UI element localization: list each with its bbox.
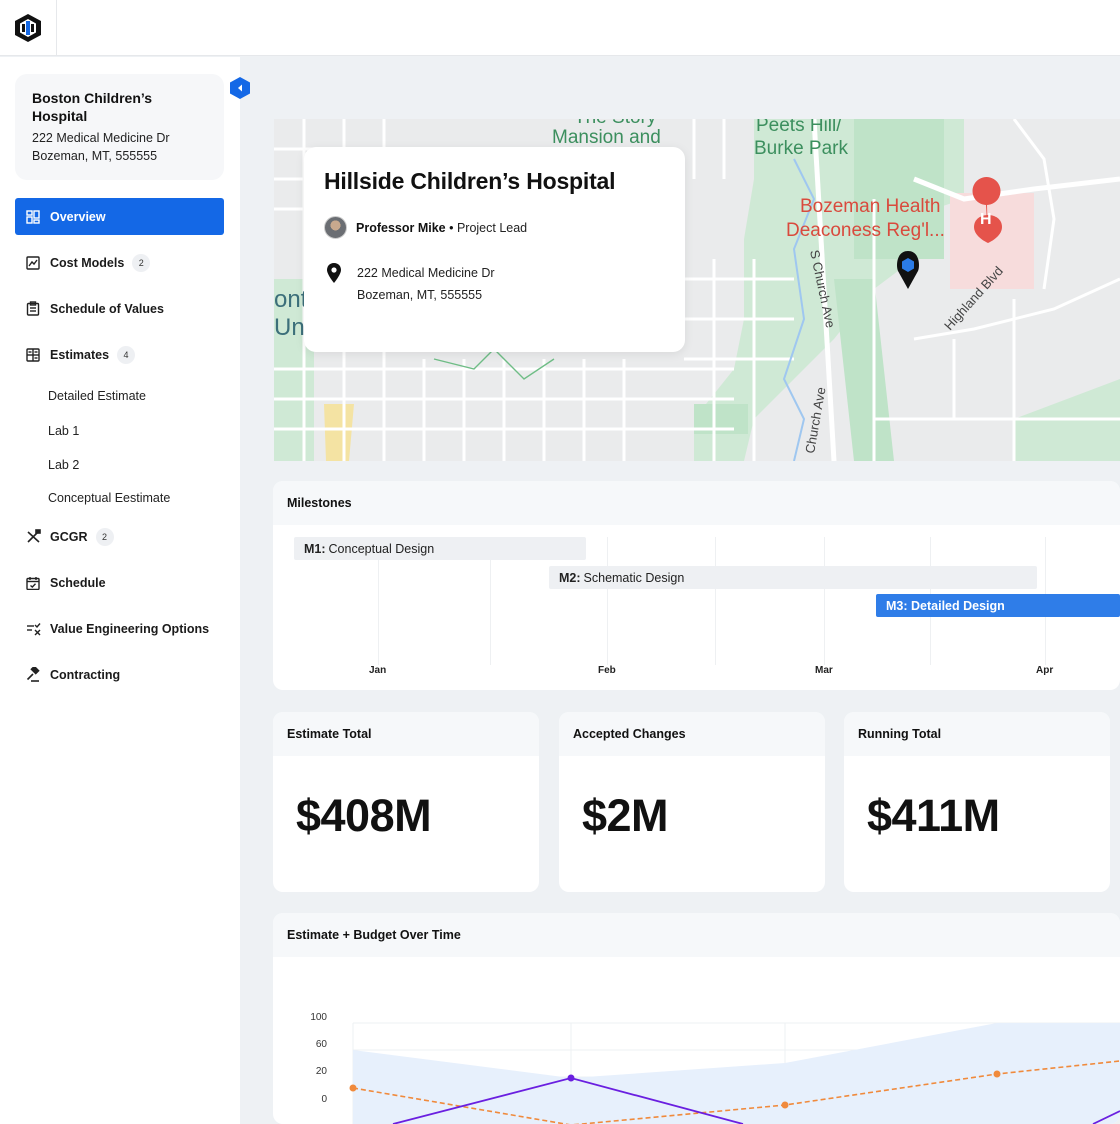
- nav-label: GCGR: [50, 529, 88, 544]
- nav-label: Schedule: [50, 575, 106, 590]
- project-lead-role: Project Lead: [456, 220, 528, 235]
- map-label-ont: ont: [274, 286, 308, 313]
- milestone-code: M2:: [559, 570, 581, 585]
- list-check-icon: [25, 621, 41, 637]
- nav-item-estimates[interactable]: Estimates 4: [15, 336, 224, 373]
- project-address: 222 Medical Medicine Dr Bozeman, MT, 555…: [32, 129, 207, 165]
- nav-label: Overview: [50, 209, 106, 224]
- milestone-code: M1:: [304, 541, 326, 556]
- grid-line: [607, 537, 608, 665]
- budget-chart-canvas: [349, 1022, 1120, 1124]
- milestone-name: Detailed Design: [911, 598, 1005, 613]
- grid-line: [715, 537, 716, 665]
- nav-label: Estimates: [50, 347, 110, 362]
- stat-value: $411M: [867, 790, 1000, 841]
- milestone-code: M3:: [886, 598, 908, 613]
- app-logo[interactable]: [0, 0, 57, 56]
- map-label-burke-park: Burke Park: [754, 138, 848, 159]
- nav-item-schedule-of-values[interactable]: Schedule of Values: [15, 290, 224, 327]
- sub-item-lab-1[interactable]: Lab 1: [48, 424, 79, 438]
- stat-card-accepted-changes: Accepted Changes $2M: [559, 712, 825, 892]
- nav-label: Value Engineering Options: [50, 621, 210, 636]
- milestones-panel: Milestones M1: Conceptual Design M2: Schem…: [273, 481, 1120, 690]
- project-info-address-line2: Bozeman, MT, 555555: [357, 288, 483, 302]
- project-title: Boston Children’s Hospital: [32, 90, 153, 124]
- sidebar-collapse-button[interactable]: [229, 76, 251, 100]
- stat-card-estimate-total: Estimate Total $408M: [273, 712, 539, 892]
- project-info-title: Hillside Children’s Hospital: [324, 168, 616, 194]
- sub-item-lab-2[interactable]: Lab 2: [48, 458, 79, 472]
- chevron-left-icon: [230, 77, 250, 99]
- map-label-un: Un: [274, 314, 305, 341]
- bullet-separator: •: [445, 220, 457, 235]
- stat-label: Accepted Changes: [559, 712, 825, 756]
- location-pin-icon: [326, 262, 344, 306]
- nav-item-gcgr[interactable]: GCGR 2: [15, 518, 224, 555]
- milestone-bar-m2[interactable]: M2: Schematic Design: [549, 566, 1037, 589]
- nav-label: Contracting: [50, 667, 121, 682]
- milestone-name: Schematic Design: [583, 570, 685, 585]
- project-address-line1: 222 Medical Medicine Dr: [32, 131, 170, 145]
- gavel-icon: [25, 667, 41, 683]
- nav-item-cost-models[interactable]: Cost Models 2: [15, 244, 224, 281]
- budget-point: [567, 1074, 575, 1082]
- estimate-point: [993, 1070, 1001, 1078]
- chart-doc-icon: [25, 255, 41, 271]
- clipboard-icon: [25, 301, 41, 317]
- month-label-jan: Jan: [369, 665, 387, 676]
- project-info-card: Hillside Children’s Hospital Professor M…: [304, 147, 685, 352]
- logo-icon: [15, 14, 41, 42]
- month-label-feb: Feb: [598, 665, 616, 676]
- count-badge: 2: [132, 253, 151, 272]
- calculator-icon: [25, 347, 41, 363]
- nav-item-contracting[interactable]: Contracting: [15, 656, 224, 693]
- nav-item-overview[interactable]: Overview: [15, 198, 224, 235]
- stat-value: $408M: [296, 790, 432, 841]
- calendar-icon: [25, 575, 41, 591]
- project-card[interactable]: Boston Children’s Hospital 222 Medical M…: [15, 74, 224, 180]
- avatar: [324, 216, 347, 239]
- project-info-address-line1: 222 Medical Medicine Dr: [357, 266, 495, 280]
- project-address-line2: Bozeman, MT, 555555: [32, 149, 158, 163]
- nav-label: Cost Models: [50, 255, 125, 270]
- sub-item-detailed-estimate[interactable]: Detailed Estimate: [48, 389, 146, 403]
- nav-item-schedule[interactable]: Schedule: [15, 564, 224, 601]
- count-badge: 2: [95, 527, 114, 546]
- tools-icon: [25, 529, 41, 545]
- milestone-bar-m1[interactable]: M1: Conceptual Design: [294, 537, 586, 560]
- stat-card-running-total: Running Total $411M: [844, 712, 1110, 892]
- milestone-bar-m3[interactable]: M3: Detailed Design: [876, 594, 1120, 617]
- stat-label: Running Total: [844, 712, 1110, 756]
- grid-line: [824, 537, 825, 665]
- count-badge: 4: [117, 345, 136, 364]
- top-bar: [0, 0, 1120, 56]
- svg-text:H: H: [980, 211, 992, 228]
- map-label-deaconess: Deaconess Reg'l...: [786, 220, 945, 241]
- nav-item-value-engineering[interactable]: Value Engineering Options: [15, 610, 224, 647]
- budget-chart-panel: Estimate + Budget Over Time 100 60 20 0: [273, 913, 1120, 1124]
- nav-label: Schedule of Values: [50, 301, 164, 316]
- project-lead-name: Professor Mike: [356, 220, 446, 235]
- month-label-mar: Mar: [815, 665, 833, 676]
- milestones-title: Milestones: [273, 481, 1120, 525]
- map-label-bozeman-health: Bozeman Health: [800, 196, 940, 217]
- map-label-mansion: Mansion and: [552, 127, 661, 148]
- stat-value: $2M: [582, 790, 669, 841]
- sidebar: Boston Children’s Hospital 222 Medical M…: [0, 57, 240, 1124]
- estimate-point: [349, 1084, 357, 1092]
- project-info-address: 222 Medical Medicine Dr Bozeman, MT, 555…: [326, 262, 495, 306]
- stat-label: Estimate Total: [273, 712, 539, 756]
- project-lead-row: Professor Mike • Project Lead: [324, 216, 527, 239]
- estimate-point: [781, 1101, 789, 1109]
- milestone-name: Conceptual Design: [328, 541, 435, 556]
- sub-item-conceptual-estimate[interactable]: Conceptual Eestimate: [48, 491, 170, 505]
- grid-icon: [25, 209, 41, 225]
- month-label-apr: Apr: [1036, 665, 1054, 676]
- map-label-peets-hill: Peets Hill/: [756, 119, 842, 136]
